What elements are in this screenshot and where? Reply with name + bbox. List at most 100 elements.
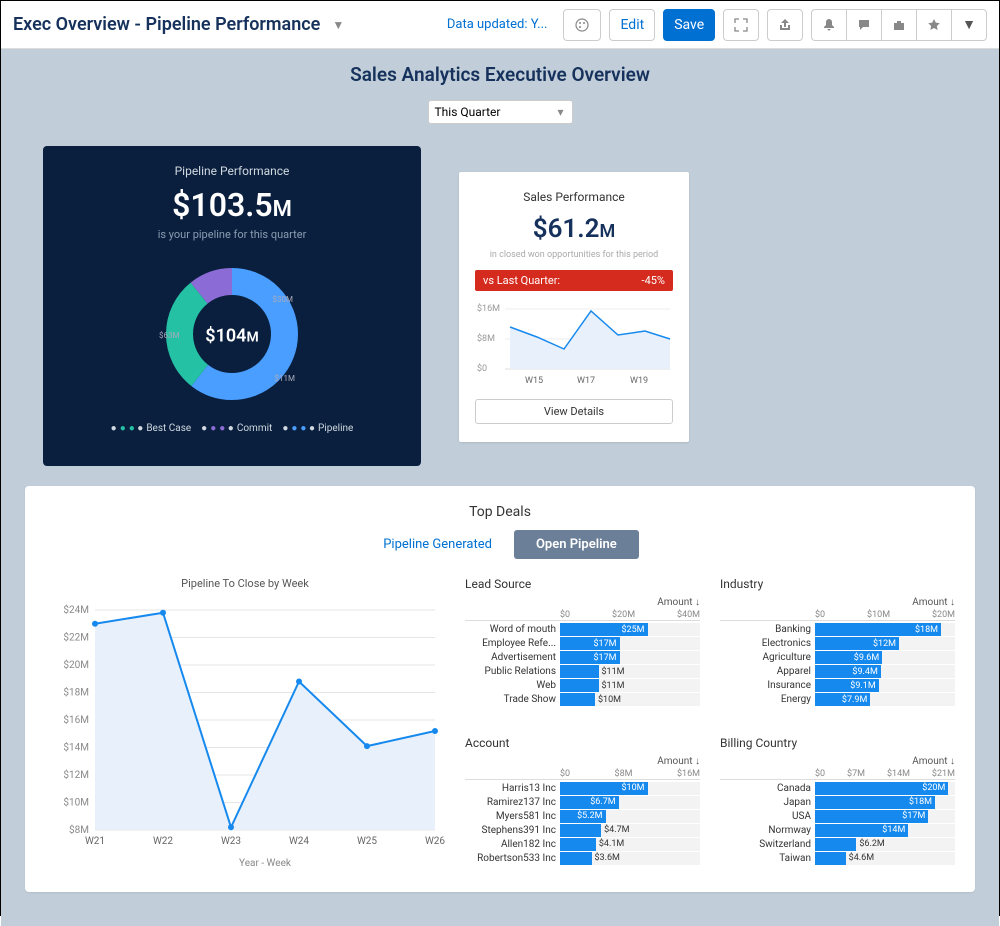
bar-label: Taiwan — [720, 853, 815, 864]
donut-center-value: $104M — [205, 326, 258, 347]
svg-text:Year - Week: Year - Week — [239, 858, 292, 869]
bar-row: Public Relations $11M — [465, 665, 700, 678]
svg-text:$16M: $16M — [63, 713, 89, 726]
bar-row: Apparel $9.4M — [720, 665, 955, 678]
more-button[interactable]: ▼ — [951, 9, 987, 41]
bar-label: Robertson533 Inc — [465, 853, 560, 864]
period-value: This Quarter — [435, 105, 501, 119]
bar-row: Ramirez137 Inc $6.7M — [465, 796, 700, 809]
notifications-button[interactable] — [811, 9, 846, 41]
bar-label: Word of mouth — [465, 624, 560, 635]
bar-label: Energy — [720, 694, 815, 705]
pipeline-line-chart[interactable]: $8M $10M $12M $14M $16M $18M $20M $22M $24M W21 W2… — [45, 600, 445, 870]
donut-seg-best-label: $30M — [273, 295, 293, 304]
bar-axis-ticks: $0$20M$40M — [465, 610, 700, 621]
fullscreen-button[interactable] — [723, 9, 759, 41]
svg-text:W21: W21 — [85, 836, 105, 847]
bar-label: Insurance — [720, 680, 815, 691]
vs-last-quarter-bar: vs Last Quarter: -45% — [475, 270, 673, 291]
amount-header: Amount ↓ — [720, 597, 955, 608]
tab-open-pipeline[interactable]: Open Pipeline — [514, 530, 639, 559]
legend-best: ● Best Case — [111, 423, 192, 434]
svg-text:$10M: $10M — [63, 796, 89, 809]
pipeline-value: $103.5M — [61, 186, 403, 224]
bar-chart-account[interactable]: AccountAmount ↓$0$8M$16M Harris13 Inc $1… — [465, 736, 700, 875]
expand-icon — [734, 18, 748, 32]
top-deals-title: Top Deals — [45, 504, 955, 520]
topbar: Exec Overview - Pipeline Performance ▼ D… — [1, 1, 999, 49]
sales-value: $61.2M — [475, 214, 673, 244]
star-icon — [927, 18, 941, 32]
legend-commit: ● Commit — [201, 423, 272, 434]
legend-pipeline: ● Pipeline — [282, 423, 353, 434]
palette-icon — [574, 17, 590, 33]
svg-text:$12M: $12M — [63, 768, 89, 781]
svg-text:$14M: $14M — [63, 741, 89, 754]
bar-label: Normway — [720, 825, 815, 836]
bar-title: Lead Source — [465, 577, 700, 591]
period-select[interactable]: This Quarter — [428, 100, 573, 124]
pipeline-donut-chart[interactable]: $104M $30M $11M $63M — [157, 259, 307, 413]
bar-row: Web $11M — [465, 679, 700, 692]
bar-label: Trade Show — [465, 694, 560, 705]
vs-label: vs Last Quarter: — [483, 274, 560, 287]
bar-label: Banking — [720, 624, 815, 635]
bar-axis-ticks: $0$10M$20M — [720, 610, 955, 621]
page-title-header: Exec Overview - Pipeline Performance — [13, 14, 320, 35]
svg-text:W19: W19 — [630, 376, 648, 386]
title-dropdown-icon[interactable]: ▼ — [332, 18, 344, 32]
top-deals-card: Top Deals Pipeline Generated Open Pipeli… — [25, 486, 975, 892]
bell-icon — [822, 18, 836, 32]
bar-label: Canada — [720, 783, 815, 794]
sales-sparkline[interactable]: $16M $8M $0 W15 W17 W19 — [475, 299, 673, 391]
svg-text:$20M: $20M — [63, 658, 89, 671]
pipeline-subtext: is your pipeline for this quarter — [61, 228, 403, 241]
svg-text:W22: W22 — [153, 836, 173, 847]
bar-label: Web — [465, 680, 560, 691]
svg-text:$16M: $16M — [477, 303, 500, 314]
svg-text:$8M: $8M — [477, 333, 495, 344]
favorite-button[interactable] — [916, 9, 951, 41]
bar-row: Advertisement $17M — [465, 651, 700, 664]
bar-label: Public Relations — [465, 666, 560, 677]
share-button[interactable] — [767, 9, 803, 41]
bar-chart-lead-source[interactable]: Lead SourceAmount ↓$0$20M$40M Word of mo… — [465, 577, 700, 716]
bar-label: Agriculture — [720, 652, 815, 663]
edit-button[interactable]: Edit — [609, 9, 655, 41]
chat-icon — [857, 18, 871, 32]
svg-text:$18M: $18M — [63, 686, 89, 699]
briefcase-button[interactable] — [881, 9, 916, 41]
bar-title: Billing Country — [720, 736, 955, 750]
view-details-button[interactable]: View Details — [475, 399, 673, 424]
bar-label: Switzerland — [720, 839, 815, 850]
bar-row: Insurance $9.1M — [720, 679, 955, 692]
dashboard-title: Sales Analytics Executive Overview — [1, 63, 999, 86]
svg-text:W26: W26 — [425, 836, 445, 847]
bar-row: Agriculture $9.6M — [720, 651, 955, 664]
bar-row: Switzerland $6.2M — [720, 838, 955, 851]
utility-button-group: ▼ — [811, 9, 987, 41]
svg-text:$24M: $24M — [63, 603, 89, 616]
bar-chart-billing-country[interactable]: Billing CountryAmount ↓$0$7M$14M$21M Can… — [720, 736, 955, 875]
chevron-down-icon: ▼ — [962, 16, 976, 33]
bar-label: Employee Refe... — [465, 638, 560, 649]
bar-row: Taiwan $4.6M — [720, 852, 955, 865]
bar-chart-industry[interactable]: IndustryAmount ↓$0$10M$20M Banking $18M … — [720, 577, 955, 716]
palette-button[interactable] — [563, 9, 601, 41]
bar-row: Energy $7.9M — [720, 693, 955, 706]
bar-row: Stephens391 Inc $4.7M — [465, 824, 700, 837]
top-deals-tabs: Pipeline Generated Open Pipeline — [45, 530, 955, 559]
svg-text:W25: W25 — [357, 836, 377, 847]
donut-legend: ● Best Case ● Commit ● Pipeline — [61, 423, 403, 434]
bar-label: USA — [720, 811, 815, 822]
tab-pipeline-generated[interactable]: Pipeline Generated — [361, 530, 514, 559]
bar-label: Advertisement — [465, 652, 560, 663]
svg-text:W15: W15 — [525, 376, 543, 386]
comments-button[interactable] — [846, 9, 881, 41]
svg-text:$8M: $8M — [69, 823, 89, 836]
share-icon — [778, 18, 792, 32]
bar-label: Myers581 Inc — [465, 811, 560, 822]
pipeline-line-chart-col: Pipeline To Close by Week $8M$10M$12M$14… — [45, 577, 445, 874]
save-button[interactable]: Save — [663, 9, 715, 41]
svg-text:$22M: $22M — [63, 631, 89, 644]
